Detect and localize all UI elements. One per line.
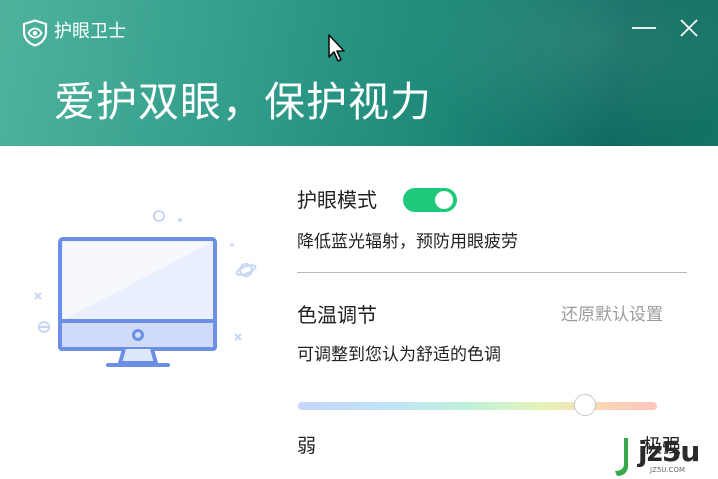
close-button[interactable] (672, 14, 706, 44)
color-temperature-label: 色温调节 (297, 303, 377, 327)
mouse-cursor-icon (328, 34, 345, 62)
slider-thumb[interactable] (574, 394, 597, 416)
section-divider (297, 272, 687, 273)
watermark-sub: JZ5U.COM (650, 466, 686, 474)
reset-defaults-link[interactable]: 还原默认设置 (561, 303, 663, 327)
eye-mode-description: 降低蓝光辐射，预防用眼疲劳 (297, 232, 518, 252)
eye-mode-label: 护眼模式 (297, 188, 377, 212)
watermark: jz5u (638, 435, 700, 468)
monitor-icon (58, 237, 217, 367)
slider-min-label: 弱 (297, 435, 317, 457)
monitor-illustration (34, 210, 257, 367)
minimize-button[interactable] (627, 14, 661, 44)
watermark-logo-icon (615, 438, 628, 476)
close-icon (680, 19, 698, 37)
headline: 爱护双眼，保护视力 (54, 78, 432, 126)
minimize-icon (632, 27, 656, 29)
toggle-knob (435, 191, 453, 209)
eye-mode-toggle[interactable] (403, 188, 457, 212)
color-temperature-description: 可调整到您认为舒适的色调 (297, 345, 501, 365)
color-temperature-slider[interactable] (298, 402, 657, 410)
app-title: 护眼卫士 (54, 21, 126, 42)
title-bar: 护眼卫士 爱护双眼，保护视力 (0, 0, 718, 146)
shield-eye-icon (22, 19, 48, 47)
